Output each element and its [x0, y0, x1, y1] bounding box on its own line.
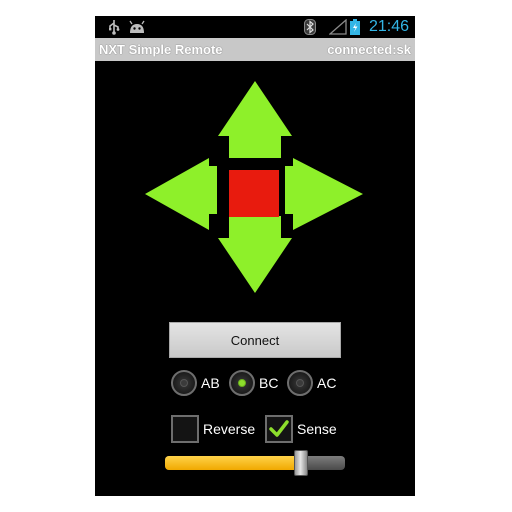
bluetooth-icon	[303, 16, 317, 38]
app-title: NXT Simple Remote	[99, 42, 223, 57]
title-bar: NXT Simple Remote connected:sk	[95, 38, 415, 61]
reverse-checkbox[interactable]: Reverse	[171, 414, 255, 444]
slider-thumb[interactable]	[294, 450, 308, 476]
arrow-up-icon[interactable]	[218, 81, 292, 158]
motor-option-label: AC	[317, 375, 337, 391]
connect-button[interactable]: Connect	[169, 322, 341, 358]
slider-fill	[165, 456, 301, 470]
sense-label: Sense	[297, 421, 337, 437]
radio-dot	[296, 379, 304, 387]
direction-pad	[145, 81, 363, 293]
stop-button[interactable]	[229, 170, 279, 217]
status-bar: 21:46	[95, 16, 415, 38]
connection-status: connected:sk	[327, 42, 411, 57]
motor-option-bc[interactable]: BC	[229, 368, 278, 398]
checkmark-icon	[269, 420, 289, 437]
usb-icon	[105, 16, 123, 38]
motor-option-label: BC	[259, 375, 279, 391]
reverse-check-box[interactable]	[171, 415, 199, 443]
power-slider[interactable]	[165, 450, 345, 476]
motor-option-ac[interactable]: AC	[287, 368, 336, 398]
reverse-label: Reverse	[203, 421, 256, 437]
sense-check-box[interactable]	[265, 415, 293, 443]
arrow-right-icon[interactable]	[285, 158, 363, 230]
radio-dot	[180, 379, 188, 387]
radio-circle[interactable]	[229, 370, 255, 396]
battery-icon	[349, 16, 361, 38]
radio-circle[interactable]	[171, 370, 197, 396]
arrow-left-icon[interactable]	[145, 158, 217, 230]
motor-option-label: AB	[201, 375, 220, 391]
android-debug-icon	[127, 16, 147, 38]
signal-icon	[329, 16, 347, 38]
motor-option-ab[interactable]: AB	[171, 368, 220, 398]
radio-circle[interactable]	[287, 370, 313, 396]
arrow-down-icon[interactable]	[218, 216, 292, 293]
status-time: 21:46	[368, 18, 409, 35]
phone-screen: 21:46 NXT Simple Remote connected:sk Con…	[95, 16, 415, 496]
sense-checkbox[interactable]: Sense	[265, 414, 337, 444]
radio-dot	[238, 379, 246, 387]
